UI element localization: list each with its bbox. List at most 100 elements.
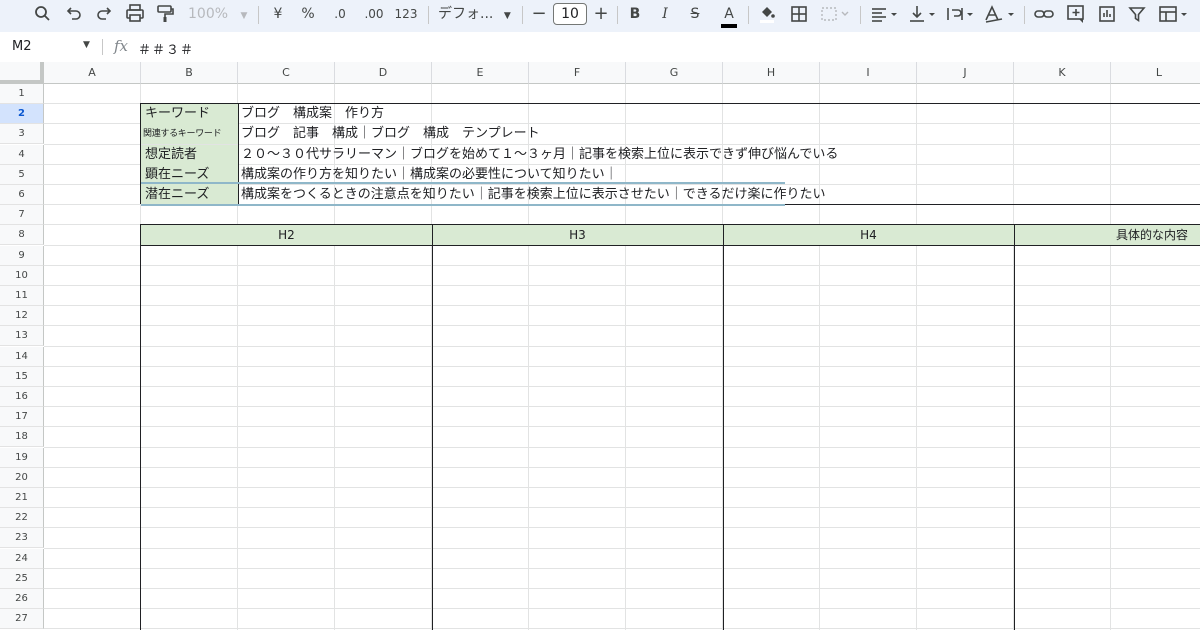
insert-chart-icon[interactable] (1096, 0, 1118, 28)
info-label[interactable]: 潜在ニーズ (141, 185, 238, 205)
outline-header-2[interactable]: H3 (432, 225, 723, 245)
format-currency-button[interactable]: ¥ (268, 0, 288, 28)
more-formats-button[interactable]: 123 (392, 0, 420, 28)
info-label[interactable]: 関連するキーワード (141, 124, 238, 144)
horizontal-align-icon[interactable] (868, 0, 900, 28)
vertical-align-icon[interactable] (906, 0, 938, 28)
text-wrapping-icon[interactable] (944, 0, 976, 28)
font-size-input[interactable]: 10 (553, 3, 587, 25)
row-header-16[interactable]: 16 (0, 387, 44, 407)
info-label[interactable]: 顕在ニーズ (141, 165, 238, 185)
info-value[interactable]: ２０〜３０代サラリーマン｜ブログを始めて１〜３ヶ月｜記事を検索上位に表示できず伸… (241, 145, 838, 165)
row-header-22[interactable]: 22 (0, 508, 44, 528)
print-icon[interactable] (124, 0, 146, 28)
row-header-10[interactable]: 10 (0, 266, 44, 286)
row-header-23[interactable]: 23 (0, 528, 44, 548)
merge-cells-icon[interactable] (818, 0, 852, 28)
divider (102, 39, 103, 55)
row-header-12[interactable]: 12 (0, 306, 44, 326)
outline-header-3[interactable]: H4 (723, 225, 1014, 245)
column-header-b[interactable]: B (141, 62, 238, 84)
info-value[interactable]: ブログ 構成案 作り方 (241, 104, 384, 124)
row-header-9[interactable]: 9 (0, 246, 44, 266)
row-header-24[interactable]: 24 (0, 549, 44, 569)
row-header-8[interactable]: 8 (0, 225, 44, 245)
column-header-l[interactable]: L (1111, 62, 1200, 84)
zoom-select[interactable]: 100% ▼ (188, 0, 252, 28)
outline-header-4[interactable]: 具体的な内容 (1014, 225, 1200, 245)
column-header-i[interactable]: I (820, 62, 917, 84)
info-value[interactable]: ブログ 記事 構成｜ブログ 構成 テンプレート (241, 124, 540, 144)
bold-button[interactable]: B (625, 0, 645, 28)
row-header-1[interactable]: 1 (0, 84, 44, 104)
insert-link-icon[interactable] (1032, 0, 1056, 28)
column-header-g[interactable]: G (626, 62, 723, 84)
select-all-corner[interactable] (0, 62, 44, 84)
increase-decimal-button[interactable]: .00 (360, 0, 388, 28)
row-header-15[interactable]: 15 (0, 367, 44, 387)
column-header-k[interactable]: K (1014, 62, 1111, 84)
row-header-3[interactable]: 3 (0, 124, 44, 144)
column-header-h[interactable]: H (723, 62, 820, 84)
info-value[interactable]: 構成案をつくるときの注意点を知りたい｜記事を検索上位に表示させたい｜できるだけ楽… (241, 185, 825, 205)
row-header-6[interactable]: 6 (0, 185, 44, 205)
row-header-26[interactable]: 26 (0, 589, 44, 609)
outline-border-column (723, 224, 724, 630)
row-header-2[interactable]: 2 (0, 104, 44, 124)
row-header-13[interactable]: 13 (0, 326, 44, 346)
text-color-button[interactable]: A (717, 0, 741, 28)
info-label[interactable]: 想定読者 (141, 145, 238, 165)
undo-icon[interactable] (64, 0, 84, 28)
name-box[interactable]: M2 (12, 39, 32, 54)
column-header-d[interactable]: D (335, 62, 432, 84)
italic-button[interactable]: I (655, 0, 675, 28)
font-family-select[interactable]: デフォ... ▼ (438, 0, 516, 28)
insert-comment-icon[interactable] (1064, 0, 1088, 28)
chevron-down-icon[interactable]: ▼ (83, 40, 90, 50)
search-menus-icon[interactable] (32, 0, 52, 28)
redo-icon[interactable] (94, 0, 114, 28)
row-header-17[interactable]: 17 (0, 407, 44, 427)
row-header-18[interactable]: 18 (0, 427, 44, 447)
row-header-25[interactable]: 25 (0, 569, 44, 589)
gridline-horizontal (44, 305, 1200, 306)
decrease-decimal-button[interactable]: .0 (328, 0, 352, 28)
info-value[interactable]: 構成案の作り方を知りたい｜構成案の必要性について知りたい｜ (241, 165, 618, 185)
row-header-7[interactable]: 7 (0, 205, 44, 225)
gridline-horizontal (44, 285, 1200, 286)
column-header-e[interactable]: E (432, 62, 529, 84)
column-header-f[interactable]: F (529, 62, 626, 84)
row-header-11[interactable]: 11 (0, 286, 44, 306)
gridline-horizontal (44, 346, 1200, 347)
formula-input[interactable]: ＃＃３＃ (138, 39, 194, 58)
strikethrough-button[interactable]: S (685, 0, 705, 28)
column-header-a[interactable]: A (44, 62, 141, 84)
row-header-20[interactable]: 20 (0, 468, 44, 488)
row-header-4[interactable]: 4 (0, 145, 44, 165)
outline-border-column (1014, 224, 1015, 630)
info-label[interactable]: キーワード (141, 104, 238, 124)
outline-header-1[interactable]: H2 (141, 225, 432, 245)
spreadsheet-grid[interactable]: A B C D E F G H I J K L 1 2 3 4 5 6 7 8 9 10 11 12 13 14 15 16 17 18 1… (0, 62, 1200, 630)
row-header-21[interactable]: 21 (0, 488, 44, 508)
format-percent-button[interactable]: % (298, 0, 318, 28)
gridline-horizontal (44, 265, 1200, 266)
increase-font-size-button[interactable]: + (592, 0, 610, 28)
paint-format-icon[interactable] (154, 0, 176, 28)
borders-icon[interactable] (788, 0, 810, 28)
filter-icon[interactable] (1126, 0, 1148, 28)
row-header-27[interactable]: 27 (0, 609, 44, 629)
fill-color-icon[interactable] (756, 0, 778, 28)
column-header-j[interactable]: J (917, 62, 1014, 84)
text-rotation-icon[interactable] (982, 0, 1018, 28)
outline-border-top (140, 224, 1200, 225)
row-header-14[interactable]: 14 (0, 347, 44, 367)
gridline-horizontal (44, 527, 1200, 528)
zoom-value: 100% (188, 6, 229, 22)
row-header-5[interactable]: 5 (0, 165, 44, 185)
decrease-font-size-button[interactable]: − (530, 0, 548, 28)
column-header-c[interactable]: C (238, 62, 335, 84)
filter-views-icon[interactable] (1156, 0, 1192, 28)
row-header-19[interactable]: 19 (0, 448, 44, 468)
outline-border-header-bottom (140, 245, 1200, 246)
